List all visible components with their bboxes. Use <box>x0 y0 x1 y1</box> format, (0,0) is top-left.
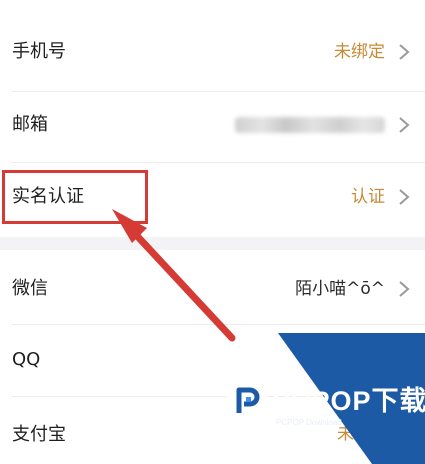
divider <box>12 91 425 92</box>
account-binding-group-primary: 手机号 未绑定 邮箱 实名认证 认证 <box>0 0 425 237</box>
row-phone-label: 手机号 <box>12 41 66 62</box>
chevron-right-icon <box>399 117 410 133</box>
row-alipay-label: 支付宝 <box>12 424 66 445</box>
row-alipay-value: 未绑 <box>337 424 371 444</box>
row-phone-value: 未绑定 <box>334 42 385 62</box>
row-email-label: 邮箱 <box>12 114 48 135</box>
divider <box>12 162 425 163</box>
row-real-name-label: 实名认证 <box>12 186 84 207</box>
chevron-right-icon <box>399 281 410 297</box>
chevron-right-icon <box>399 44 410 60</box>
row-wechat-label: 微信 <box>12 278 48 299</box>
row-real-name-value: 认证 <box>351 187 385 207</box>
masked-email-value <box>235 117 385 133</box>
row-email[interactable]: 邮箱 <box>0 96 425 152</box>
watermark-brand: PCPOP下载 <box>272 386 425 416</box>
row-real-name-verification[interactable]: 实名认证 认证 <box>0 168 425 228</box>
row-qq[interactable]: QQ <box>0 332 425 388</box>
watermark-tagline: PCPOP Download <box>276 418 342 427</box>
divider <box>12 324 425 325</box>
pcpop-logo-icon <box>226 380 268 422</box>
row-qq-label: QQ <box>12 349 41 370</box>
account-binding-group-social: 微信 陌小喵^ō^ QQ 支付宝 未绑 <box>0 250 425 464</box>
chevron-right-icon <box>399 189 410 205</box>
row-wechat-value: 陌小喵^ō^ <box>295 279 385 299</box>
row-phone[interactable]: 手机号 未绑定 <box>0 24 425 80</box>
row-wechat[interactable]: 微信 陌小喵^ō^ <box>0 260 425 318</box>
